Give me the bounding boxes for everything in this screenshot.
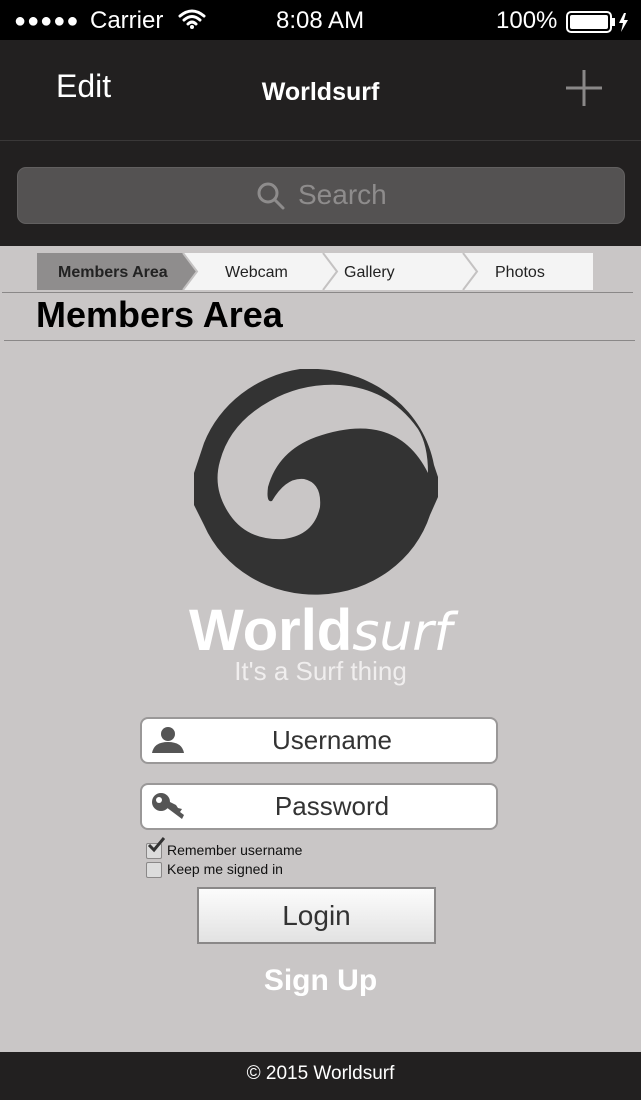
page-title: Members Area: [36, 294, 283, 335]
search-placeholder: Search: [298, 179, 387, 210]
tagline: It's a Surf thing: [234, 656, 407, 686]
checkbox-box[interactable]: [146, 862, 162, 878]
password-placeholder: Password: [274, 791, 390, 821]
brand-bold: World: [189, 598, 353, 663]
breadcrumb-webcam[interactable]: Webcam: [225, 264, 288, 282]
breadcrumb-members-area[interactable]: Members Area: [58, 264, 168, 282]
plus-icon[interactable]: [564, 68, 604, 113]
clock: 8:08 AM: [276, 7, 365, 34]
breadcrumb-photos[interactable]: Photos: [495, 264, 545, 282]
keep-signed-in-label: Keep me signed in: [167, 861, 283, 877]
wifi-icon: [178, 8, 206, 35]
breadcrumb: Members Area Webcam Gallery Photos: [37, 253, 593, 290]
footer: © 2015 Worldsurf: [0, 1052, 641, 1100]
breadcrumb-gallery[interactable]: Gallery: [344, 264, 395, 282]
worldsurf-logo: [190, 365, 446, 610]
search-area: Search: [0, 141, 641, 246]
sign-up-link[interactable]: Sign Up: [0, 964, 641, 998]
login-button[interactable]: Login: [197, 887, 436, 944]
remember-username-label: Remember username: [167, 842, 303, 858]
username-placeholder: Username: [272, 725, 392, 755]
search-icon: [256, 181, 286, 216]
divider: [2, 292, 633, 293]
status-bar: ●●●●● Carrier 8:08 AM 100%: [0, 0, 641, 40]
carrier-name: Carrier: [90, 7, 164, 34]
battery-icon: [566, 11, 632, 38]
divider: [4, 340, 635, 341]
brand-wordmark: Worldsurf: [0, 597, 641, 664]
password-field[interactable]: Password: [140, 783, 498, 830]
username-field[interactable]: Username: [140, 717, 498, 764]
checkmark-icon: [147, 836, 166, 857]
navigation-bar: Edit Worldsurf: [0, 40, 641, 141]
brand-light: surf: [352, 603, 452, 663]
search-input[interactable]: Search: [17, 167, 625, 224]
signal-strength-icon: ●●●●●: [14, 10, 80, 32]
nav-title: Worldsurf: [261, 78, 380, 106]
battery-percent: 100%: [496, 7, 558, 34]
